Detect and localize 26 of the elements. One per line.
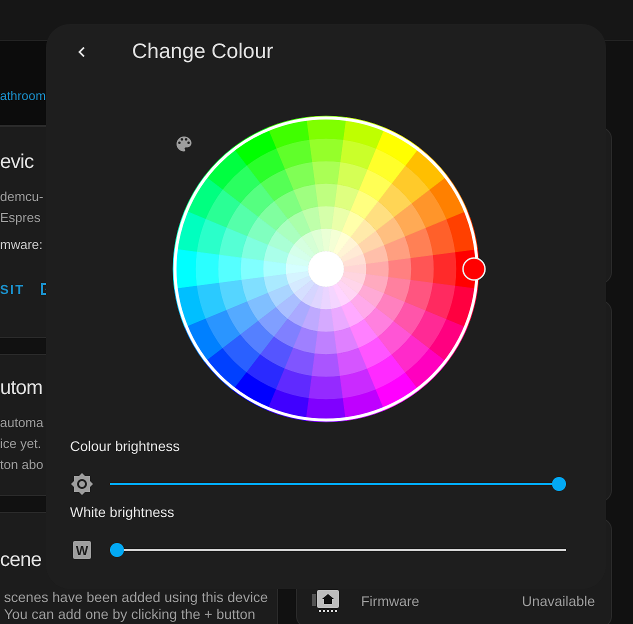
firmware-label: Firmware [361, 593, 420, 609]
card-heading: utom [0, 377, 42, 400]
device-info-text: Espres [0, 209, 40, 227]
firmware-icon [311, 588, 341, 614]
card-text: ton abo [0, 456, 44, 474]
channel-icon: W [73, 541, 91, 559]
dialog-title: Change Colour [132, 40, 274, 64]
card-heading: evic [0, 151, 34, 174]
card-text: scenes have been added using this device [3, 589, 268, 606]
colour-marker[interactable] [462, 257, 486, 281]
slider-label: White brightness [70, 504, 176, 522]
card-text: You can add one by clicking the + button [3, 606, 256, 623]
area-link[interactable]: athroom [0, 89, 46, 103]
slider-thumb[interactable] [110, 543, 124, 557]
brightness-icon [70, 472, 94, 496]
colour-wheel[interactable] [172, 116, 480, 422]
card-heading: cene [0, 549, 42, 572]
slider-thumb[interactable] [552, 477, 566, 491]
card-text: ice yet. [0, 435, 42, 453]
card-text: automa [0, 414, 44, 432]
palette-icon[interactable] [174, 134, 194, 154]
visit-link[interactable]: SIT [0, 282, 25, 296]
firmware-text: mware: [0, 236, 43, 254]
firmware-value: Unavailable [522, 593, 595, 609]
slider-label: Colour brightness [70, 438, 181, 456]
device-info-text: demcu- [0, 188, 44, 206]
